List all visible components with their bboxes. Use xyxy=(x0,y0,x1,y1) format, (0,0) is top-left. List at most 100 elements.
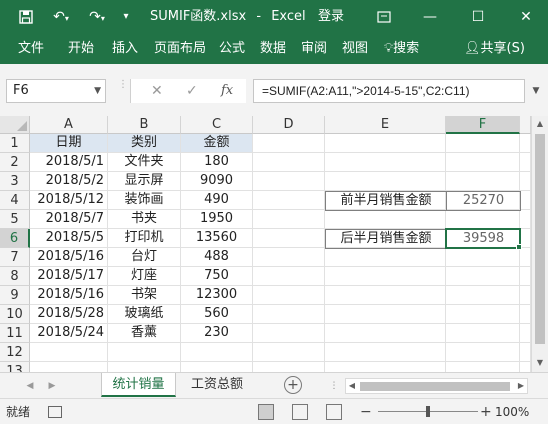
save-icon[interactable] xyxy=(16,0,36,34)
empty-cell[interactable] xyxy=(253,362,325,372)
tabs-split-icon[interactable]: ⋮ xyxy=(326,378,342,394)
close-icon[interactable]: ✕ xyxy=(506,0,546,34)
formula-input[interactable]: =SUMIF(A2:A11,">2014-5-15",C2:C11) xyxy=(253,79,525,103)
empty-cell[interactable] xyxy=(253,210,325,229)
empty-cell[interactable] xyxy=(253,305,325,324)
scroll-left-icon[interactable]: ◀ xyxy=(346,379,358,393)
empty-cell[interactable] xyxy=(520,210,531,229)
cell-c5[interactable]: 1950 xyxy=(181,210,253,229)
zoom-slider-handle[interactable] xyxy=(426,406,430,417)
empty-cell[interactable] xyxy=(181,343,253,362)
tab-file[interactable]: 文件 xyxy=(18,34,44,64)
cell-b4[interactable]: 装饰画 xyxy=(108,191,181,210)
column-header-g[interactable] xyxy=(520,116,531,134)
insert-function-icon[interactable]: fx xyxy=(221,79,233,103)
cell-b5[interactable]: 书夹 xyxy=(108,210,181,229)
cell-c7[interactable]: 488 xyxy=(181,248,253,267)
empty-cell[interactable] xyxy=(520,172,531,191)
cell-e6[interactable]: 后半月销售金额 xyxy=(325,229,447,249)
empty-cell[interactable] xyxy=(325,267,446,286)
search-button[interactable]: 💡︎搜索 xyxy=(384,34,419,64)
empty-cell[interactable] xyxy=(325,324,446,343)
tab-view[interactable]: 视图 xyxy=(342,34,368,64)
empty-cell[interactable] xyxy=(325,305,446,324)
cell-e4[interactable]: 前半月销售金额 xyxy=(325,191,447,211)
empty-cell[interactable] xyxy=(446,324,520,343)
empty-cell[interactable] xyxy=(520,286,531,305)
row-header-1[interactable]: 1 xyxy=(0,134,30,153)
empty-cell[interactable] xyxy=(520,248,531,267)
scroll-down-icon[interactable]: ▼ xyxy=(532,355,548,371)
column-header-d[interactable]: D xyxy=(253,116,325,134)
cell-a6[interactable]: 2018/5/5 xyxy=(30,229,108,248)
empty-cell[interactable] xyxy=(253,134,325,153)
row-header-3[interactable]: 3 xyxy=(0,172,30,191)
fill-handle[interactable] xyxy=(516,244,522,250)
cell-a3[interactable]: 2018/5/2 xyxy=(30,172,108,191)
tab-insert[interactable]: 插入 xyxy=(112,34,138,64)
empty-cell[interactable] xyxy=(30,362,108,372)
empty-cell[interactable] xyxy=(446,305,520,324)
cell-b3[interactable]: 显示屏 xyxy=(108,172,181,191)
cell-c6[interactable]: 13560 xyxy=(181,229,253,248)
zoom-out-icon[interactable]: − xyxy=(360,399,372,424)
cell-c9[interactable]: 12300 xyxy=(181,286,253,305)
row-header-12[interactable]: 12 xyxy=(0,343,30,362)
empty-cell[interactable] xyxy=(446,362,520,372)
formula-bar-grip-icon[interactable]: ⋮ xyxy=(118,80,128,100)
row-header-8[interactable]: 8 xyxy=(0,267,30,286)
worksheet-grid[interactable]: A B C D E F 1 2 3 4 5 6 7 8 9 10 11 12 1… xyxy=(0,116,531,372)
cell-b6[interactable]: 打印机 xyxy=(108,229,181,248)
cell-b9[interactable]: 书架 xyxy=(108,286,181,305)
prev-sheet-icon[interactable]: ◀ xyxy=(22,378,38,394)
minimize-icon[interactable]: — xyxy=(410,0,450,34)
cell-a4[interactable]: 2018/5/12 xyxy=(30,191,108,210)
cell-a1[interactable]: 日期 xyxy=(30,134,108,153)
empty-cell[interactable] xyxy=(325,343,446,362)
empty-cell[interactable] xyxy=(325,286,446,305)
horizontal-scrollbar[interactable]: ◀ ▶ xyxy=(345,378,528,394)
empty-cell[interactable] xyxy=(181,362,253,372)
cell-a2[interactable]: 2018/5/1 xyxy=(30,153,108,172)
empty-cell[interactable] xyxy=(108,362,181,372)
empty-cell[interactable] xyxy=(325,210,446,229)
cell-f4[interactable]: 25270 xyxy=(446,191,521,211)
empty-cell[interactable] xyxy=(325,153,446,172)
empty-cell[interactable] xyxy=(253,248,325,267)
row-header-7[interactable]: 7 xyxy=(0,248,30,267)
empty-cell[interactable] xyxy=(446,153,520,172)
cell-c1[interactable]: 金额 xyxy=(181,134,253,153)
cancel-icon[interactable]: ✕ xyxy=(151,79,163,103)
cell-b7[interactable]: 台灯 xyxy=(108,248,181,267)
empty-cell[interactable] xyxy=(520,153,531,172)
empty-cell[interactable] xyxy=(446,172,520,191)
cell-b2[interactable]: 文件夹 xyxy=(108,153,181,172)
row-header-6[interactable]: 6 xyxy=(0,229,30,248)
expand-formula-icon[interactable]: ▼ xyxy=(529,79,543,103)
restore-icon[interactable] xyxy=(364,0,404,34)
empty-cell[interactable] xyxy=(253,324,325,343)
undo-icon[interactable]: ↶▾ xyxy=(48,0,74,34)
sheet-tab-sales[interactable]: 统计销量 xyxy=(101,373,176,397)
empty-cell[interactable] xyxy=(253,267,325,286)
redo-icon[interactable]: ↷▾ xyxy=(84,0,110,34)
empty-cell[interactable] xyxy=(520,191,531,210)
column-header-e[interactable]: E xyxy=(325,116,446,134)
customize-icon[interactable]: ▾ xyxy=(118,0,134,34)
empty-cell[interactable] xyxy=(108,343,181,362)
row-header-9[interactable]: 9 xyxy=(0,286,30,305)
empty-cell[interactable] xyxy=(253,153,325,172)
cell-c4[interactable]: 490 xyxy=(181,191,253,210)
row-header-10[interactable]: 10 xyxy=(0,305,30,324)
empty-cell[interactable] xyxy=(446,267,520,286)
cell-a8[interactable]: 2018/5/17 xyxy=(30,267,108,286)
login-link[interactable]: 登录 xyxy=(318,0,344,34)
scroll-right-icon[interactable]: ▶ xyxy=(515,379,527,393)
cell-b1[interactable]: 类别 xyxy=(108,134,181,153)
cell-a9[interactable]: 2018/5/16 xyxy=(30,286,108,305)
empty-cell[interactable] xyxy=(520,305,531,324)
cell-c3[interactable]: 9090 xyxy=(181,172,253,191)
empty-cell[interactable] xyxy=(520,134,531,153)
empty-cell[interactable] xyxy=(520,324,531,343)
share-button[interactable]: 👤︎共享(S) xyxy=(464,34,525,64)
